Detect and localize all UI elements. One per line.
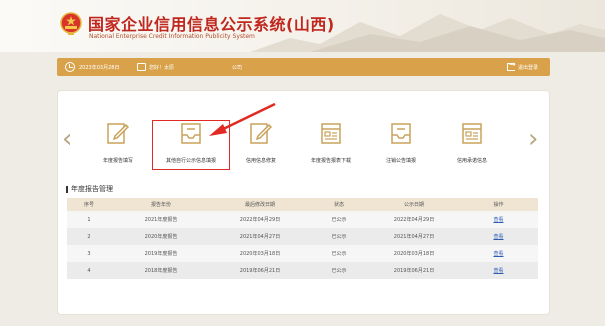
site-subtitle: National Enterprise Credit Information P… — [89, 33, 255, 40]
user-info-bar: 2023年03月28日 您好！太原 公司 退出登录 — [57, 58, 550, 76]
view-link[interactable]: 查看 — [493, 217, 503, 223]
row-number: 4 — [67, 262, 111, 279]
carousel-next-icon[interactable]: › — [528, 126, 538, 152]
red-pointer-arrow-icon — [209, 102, 276, 136]
clock-icon — [65, 62, 75, 72]
table-header-row: 序号 报告年份 最后修改日期 状态 公示日期 操作 — [67, 198, 538, 211]
row-number: 3 — [67, 245, 111, 262]
carousel-prev-icon[interactable]: ‹ — [62, 126, 72, 152]
row-number: 1 — [67, 211, 111, 228]
inbox-icon — [181, 123, 201, 144]
credit-commitment-button[interactable]: 信用承诺信息 — [427, 120, 517, 170]
status: 已公示 — [309, 228, 369, 245]
logout-label: 退出登录 — [517, 64, 538, 71]
site-header: 国家企业信用信息公示系统(山西) National Enterprise Cre… — [0, 0, 605, 52]
table-row: 3 2019年度报告 2020年03月18日 已公示 2020年03月18日 查… — [67, 245, 538, 262]
logout-button[interactable]: 退出登录 — [506, 60, 538, 71]
report-year: 2019年度报告 — [111, 245, 211, 262]
annual-report-table: 序号 报告年份 最后修改日期 状态 公示日期 操作 1 2021年度报告 202… — [67, 198, 538, 279]
status: 已公示 — [309, 211, 369, 228]
table-row: 4 2018年度报告 2019年06月21日 已公示 2019年06月21日 查… — [67, 262, 538, 279]
form-icon — [321, 123, 341, 144]
publish-date: 2020年03月18日 — [369, 245, 459, 262]
column-header: 公示日期 — [369, 198, 459, 211]
action-cell: 查看 — [459, 228, 538, 245]
view-link[interactable]: 查看 — [493, 234, 503, 240]
last-modified-date: 2019年06月21日 — [211, 262, 309, 279]
user-greeting: 您好！太原 — [149, 65, 175, 71]
section-title-text: 年度报告管理 — [71, 185, 113, 193]
publish-date: 2019年06月21日 — [369, 262, 459, 279]
last-modified-date: 2022年04月29日 — [211, 211, 309, 228]
column-header: 状态 — [309, 198, 369, 211]
company-name: 公司 — [232, 65, 243, 71]
view-link[interactable]: 查看 — [493, 268, 503, 274]
section-title: 年度报告管理 — [66, 184, 113, 194]
last-modified-date: 2020年03月18日 — [211, 245, 309, 262]
inbox-icon — [391, 123, 411, 144]
national-emblem-icon — [60, 12, 82, 35]
action-cell: 查看 — [459, 245, 538, 262]
last-modified-date: 2021年04月27日 — [211, 228, 309, 245]
column-header: 操作 — [459, 198, 538, 211]
view-link[interactable]: 查看 — [493, 251, 503, 257]
site-title: 国家企业信用信息公示系统(山西) — [88, 15, 335, 34]
report-year: 2020年度报告 — [111, 228, 211, 245]
column-header: 最后修改日期 — [211, 198, 309, 211]
function-label: 信用承诺信息 — [456, 158, 487, 164]
column-header: 序号 — [67, 198, 111, 211]
logout-icon — [506, 60, 516, 71]
user-card-icon — [137, 63, 146, 71]
table-row: 2 2020年度报告 2021年04月27日 已公示 2021年04月27日 查… — [67, 228, 538, 245]
action-cell: 查看 — [459, 262, 538, 279]
status: 已公示 — [309, 262, 369, 279]
publish-date: 2021年04月27日 — [369, 228, 459, 245]
current-date: 2023年03月28日 — [79, 65, 120, 71]
column-header: 报告年份 — [111, 198, 211, 211]
row-number: 2 — [67, 228, 111, 245]
report-year: 2018年度报告 — [111, 262, 211, 279]
report-year: 2021年度报告 — [111, 211, 211, 228]
form-icon — [462, 123, 482, 144]
action-cell: 查看 — [459, 211, 538, 228]
edit-icon — [107, 123, 130, 144]
publish-date: 2022年04月29日 — [369, 211, 459, 228]
status: 已公示 — [309, 245, 369, 262]
table-row: 1 2021年度报告 2022年04月29日 已公示 2022年04月29日 查… — [67, 211, 538, 228]
section-marker — [66, 185, 68, 193]
